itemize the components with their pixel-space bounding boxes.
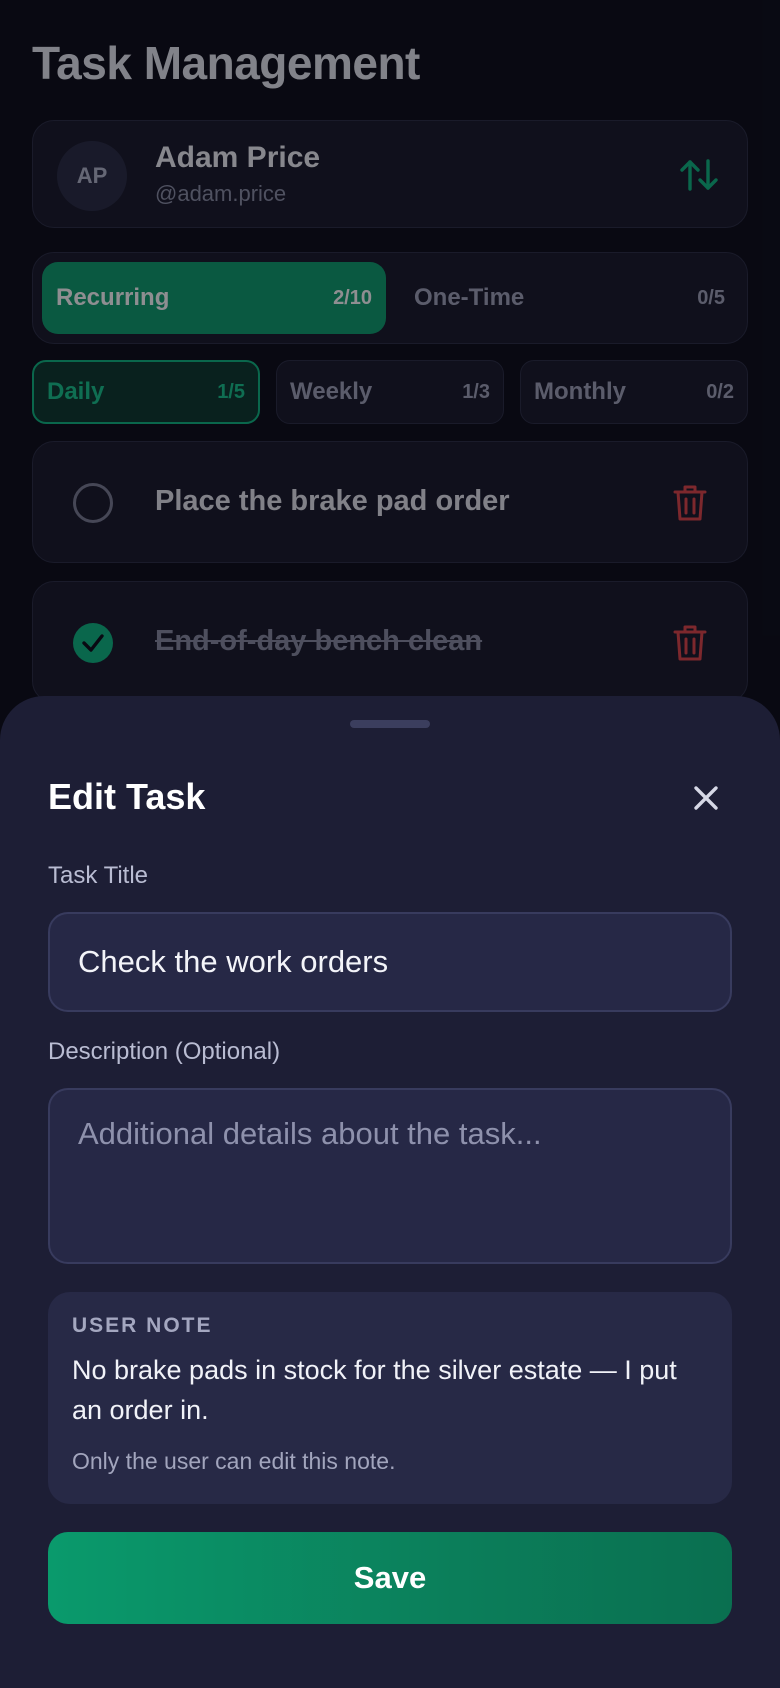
description-input[interactable]: [48, 1088, 732, 1264]
task-title-label: Task Title: [48, 862, 149, 889]
description-label: Description (Optional): [48, 1038, 281, 1065]
user-note-label: USER NOTE: [72, 1314, 213, 1337]
save-button[interactable]: Save: [48, 1532, 732, 1624]
sheet-drag-handle[interactable]: [350, 720, 430, 728]
close-icon: [694, 786, 718, 810]
close-button[interactable]: [680, 772, 732, 824]
task-title-input[interactable]: [48, 912, 732, 1012]
user-note-hint: Only the user can edit this note.: [72, 1448, 396, 1474]
sheet-title: Edit Task: [48, 776, 206, 817]
user-note-box: USER NOTE No brake pads in stock for the…: [48, 1292, 732, 1504]
user-note-text: No brake pads in stock for the silver es…: [72, 1355, 677, 1425]
edit-task-sheet: Edit Task Task Title Description (Option…: [0, 696, 780, 1688]
